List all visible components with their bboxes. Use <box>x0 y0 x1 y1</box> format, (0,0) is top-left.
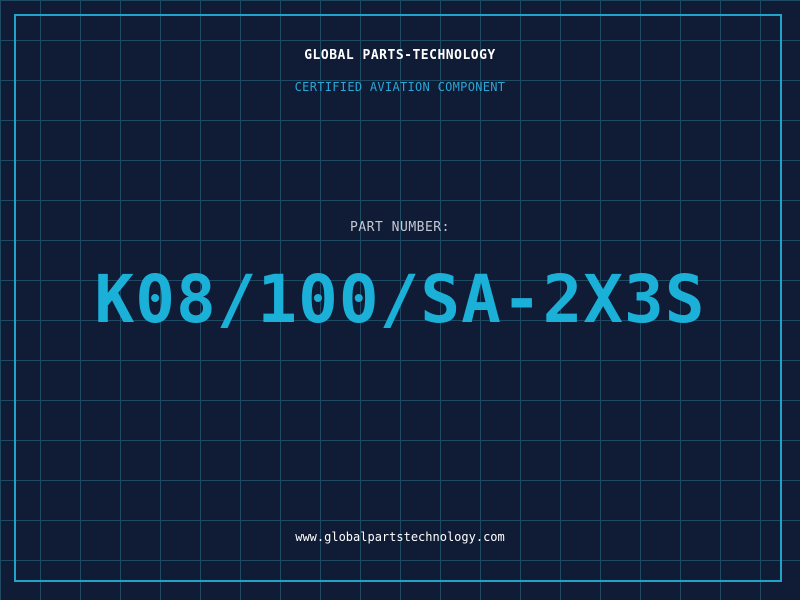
label-canvas: GLOBAL PARTS-TECHNOLOGY CERTIFIED AVIATI… <box>0 0 800 600</box>
part-number-value: K08/100/SA-2X3S <box>94 261 706 338</box>
company-title: GLOBAL PARTS-TECHNOLOGY <box>304 48 496 63</box>
certification-tagline: CERTIFIED AVIATION COMPONENT <box>294 80 506 94</box>
part-number-label: PART NUMBER: <box>350 220 450 235</box>
website-url: www.globalpartstechnology.com <box>295 530 505 544</box>
